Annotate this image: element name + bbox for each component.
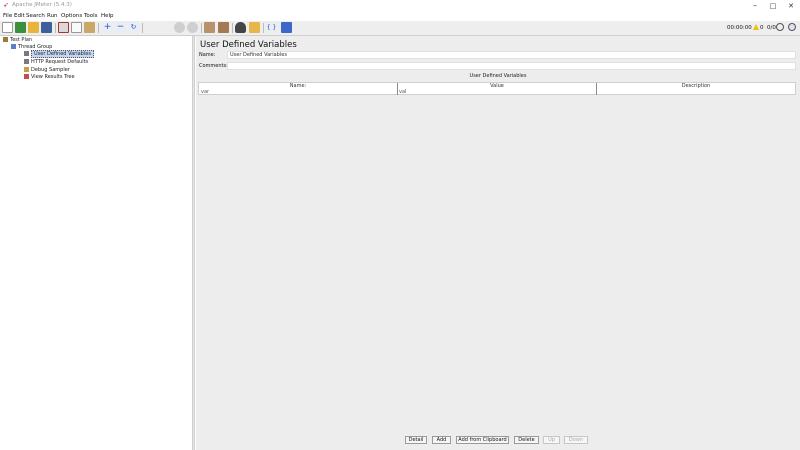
toolbar: + − ↻ { } 00:00:00 0 0/0 — [0, 21, 800, 53]
new-icon[interactable] — [2, 22, 13, 33]
tree-item-label: User Defined Variables — [31, 50, 94, 58]
config-element-icon — [24, 51, 29, 56]
menu-tools[interactable]: Tools — [84, 12, 98, 21]
warning-icon[interactable] — [753, 24, 759, 30]
table-caption: User Defined Variables — [469, 73, 527, 79]
column-header-value[interactable]: Value — [398, 83, 596, 90]
tree-item-label: Test Plan — [10, 37, 33, 43]
tree-item-http-request-defaults[interactable]: HTTP Request Defaults — [24, 59, 88, 66]
window-title: Apache JMeter (5.4.3) — [12, 2, 72, 8]
table-row[interactable]: var val — [199, 89, 795, 95]
menu-run[interactable]: Run — [47, 12, 58, 21]
name-field[interactable]: User Defined Variables — [227, 51, 796, 59]
jmeter-feather-icon: ➶ — [3, 1, 9, 9]
detail-button[interactable]: Detail — [405, 436, 427, 444]
tree-item-label: HTTP Request Defaults — [31, 59, 89, 65]
up-button[interactable]: Up — [543, 436, 560, 444]
menu-bar: File Edit Search Run Options Tools Help — [0, 12, 800, 21]
menu-search[interactable]: Search — [26, 12, 45, 21]
down-button[interactable]: Down — [564, 436, 588, 444]
tree-item-view-results-tree[interactable]: View Results Tree — [24, 74, 75, 81]
add-from-clipboard-button[interactable]: Add from Clipboard — [456, 436, 509, 444]
tree-item-user-defined-variables[interactable]: User Defined Variables — [24, 50, 94, 58]
name-label: Name: — [199, 52, 216, 58]
elapsed-timer: 00:00:00 — [727, 25, 752, 31]
menu-help[interactable]: Help — [101, 12, 114, 21]
test-plan-tree: Test Plan Thread Group User Defined Vari… — [0, 36, 192, 450]
add-button[interactable]: Add — [432, 436, 451, 444]
log-viewer-icon[interactable] — [788, 23, 796, 31]
variables-table: Name: Value Description var val — [198, 82, 796, 95]
toolbar-separator — [201, 23, 202, 33]
column-header-description[interactable]: Description — [597, 83, 795, 90]
close-button[interactable]: ✕ — [782, 0, 800, 12]
expand-icon[interactable]: + — [102, 22, 113, 33]
tree-item-test-plan[interactable]: Test Plan — [3, 37, 32, 44]
comments-label: Comments: — [199, 63, 228, 69]
toggle-icon[interactable]: ↻ — [128, 22, 139, 33]
warning-count: 0 — [760, 25, 764, 31]
thread-group-icon — [11, 44, 16, 49]
window-title-bar: ➶ Apache JMeter (5.4.3) – □ ✕ — [0, 0, 800, 12]
help-icon[interactable] — [281, 22, 292, 33]
test-plan-icon — [3, 37, 8, 42]
paste-icon[interactable] — [84, 22, 95, 33]
function-helper-icon[interactable]: { } — [266, 22, 277, 33]
element-config-panel — [196, 36, 800, 450]
sampler-icon — [24, 67, 29, 72]
open-icon[interactable] — [28, 22, 39, 33]
toolbar-separator — [55, 23, 56, 33]
clear-icon[interactable] — [204, 22, 215, 33]
reset-search-icon[interactable] — [249, 22, 260, 33]
stop-icon[interactable] — [174, 22, 185, 33]
search-icon[interactable] — [235, 22, 246, 33]
active-threads: 0/0 — [767, 25, 776, 31]
menu-options[interactable]: Options — [61, 12, 82, 21]
row-value-cell[interactable]: val — [399, 89, 406, 95]
row-name-cell[interactable]: var — [201, 89, 209, 95]
tree-item-label: Debug Sampler — [31, 67, 70, 73]
maximize-button[interactable]: □ — [764, 0, 782, 12]
templates-icon[interactable] — [15, 22, 26, 33]
cut-icon[interactable] — [58, 22, 69, 33]
listener-icon — [24, 74, 29, 79]
split-pane-divider[interactable] — [192, 36, 195, 450]
toolbar-separator — [232, 23, 233, 33]
menu-file[interactable]: File — [3, 12, 12, 21]
thread-counter: 0 0/0 — [760, 25, 776, 31]
config-element-icon — [24, 59, 29, 64]
tree-item-label: View Results Tree — [31, 74, 75, 80]
comments-field[interactable] — [227, 62, 796, 70]
collapse-icon[interactable]: − — [115, 22, 126, 33]
menu-edit[interactable]: Edit — [14, 12, 25, 21]
shutdown-icon[interactable] — [187, 22, 198, 33]
toolbar-separator — [263, 23, 264, 33]
minimize-button[interactable]: – — [746, 0, 764, 12]
copy-icon[interactable] — [71, 22, 82, 33]
save-icon[interactable] — [41, 22, 52, 33]
column-header-name[interactable]: Name: — [199, 83, 397, 90]
delete-button[interactable]: Delete — [514, 436, 539, 444]
toolbar-separator — [98, 23, 99, 33]
tree-item-debug-sampler[interactable]: Debug Sampler — [24, 67, 70, 74]
remote-status-icon — [776, 23, 784, 31]
page-title: User Defined Variables — [200, 40, 297, 50]
toolbar-separator — [142, 23, 143, 33]
clear-all-icon[interactable] — [218, 22, 229, 33]
